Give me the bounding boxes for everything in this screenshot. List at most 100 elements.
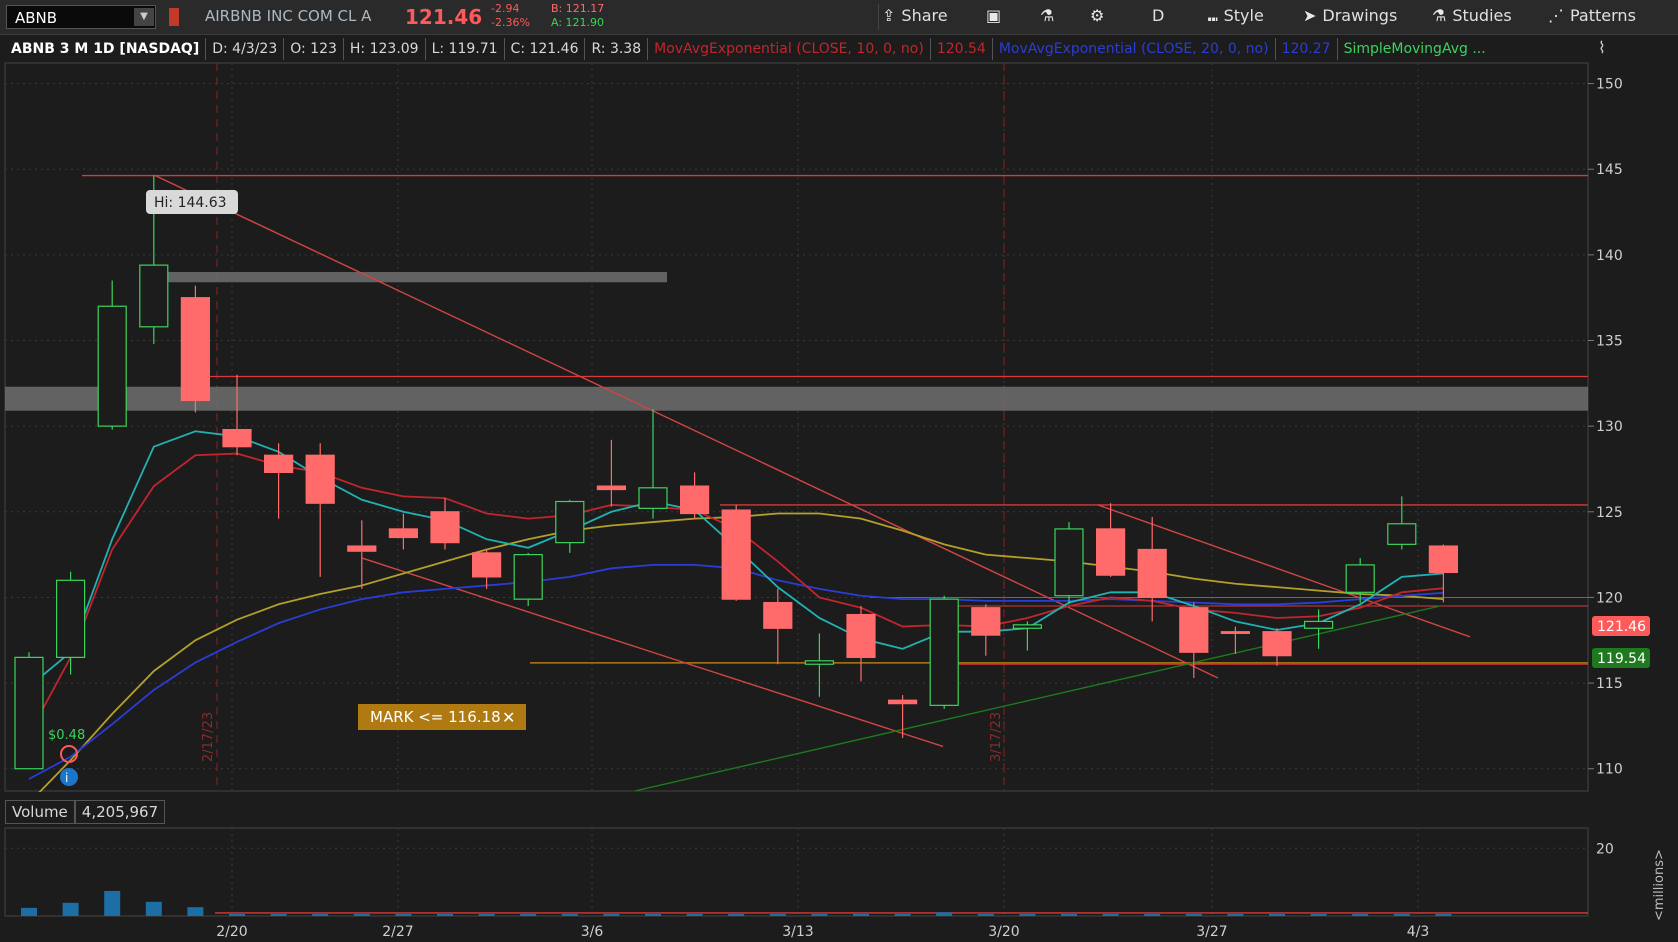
- candle-body: [1345, 564, 1375, 593]
- status-date: D: 4/3/23: [206, 38, 285, 60]
- candle-body: [763, 601, 793, 629]
- volume-bar: [312, 913, 329, 916]
- high-label: Hi: 144.63: [154, 195, 227, 211]
- volume-bar: [353, 913, 370, 916]
- volume-bar: [1019, 913, 1036, 916]
- volume-units-label: <millions>: [1652, 849, 1667, 921]
- drawings-label: Drawings: [1322, 6, 1398, 25]
- volume-header: Volume 4,205,967: [5, 800, 166, 824]
- x-tick-label: 2/20: [216, 924, 247, 940]
- candle-body: [596, 485, 627, 491]
- date-axis[interactable]: 2/20 2/27 3/6 3/13 3/20 3/27 4/3: [216, 924, 1429, 940]
- studies-button[interactable]: ⚗ Studies: [1432, 6, 1512, 25]
- y-tick-label: 145: [1596, 162, 1623, 178]
- candle-body: [555, 500, 585, 544]
- gear-icon: ⚙: [1090, 6, 1105, 25]
- chart-title: ABNB 3 M 1D [NASDAQ]: [5, 38, 207, 60]
- y-tick-label: 120: [1596, 590, 1623, 606]
- settings-button[interactable]: ⚙: [1090, 6, 1104, 25]
- toolbar: ABNB ▼ AIRBNB INC COM CL A 121.46 -2.94 …: [0, 0, 1678, 35]
- studies-icon: ⚗: [1432, 6, 1447, 25]
- volume-value: 4,205,967: [74, 800, 166, 824]
- candle-body: [1179, 607, 1209, 653]
- drawings-button[interactable]: ➤ Drawings: [1303, 6, 1397, 25]
- volume-label[interactable]: Volume: [5, 800, 75, 824]
- x-tick-label: 2/27: [382, 924, 413, 940]
- price-chart[interactable]: 110 115 120 125 130 135 140 145 150 Hi: 144.63 M…: [0, 62, 1678, 792]
- volume-bar: [561, 913, 578, 916]
- sma-study[interactable]: SimpleMovingAvg ...: [1338, 38, 1492, 60]
- price-axis[interactable]: 110 115 120 125 130 135 140 145 150: [1588, 77, 1623, 778]
- volume-bar: [1102, 913, 1119, 916]
- candle-body: [139, 264, 169, 328]
- volume-bar: [936, 912, 953, 916]
- candle-body: [222, 428, 252, 448]
- ema20-value: 120.27: [1276, 38, 1338, 60]
- calendar-icon: ▣: [986, 6, 1002, 25]
- date-label-2: 3/17/23: [989, 712, 1004, 762]
- volume-bar: [686, 913, 703, 916]
- volume-bar: [21, 907, 37, 916]
- volume-bar: [645, 913, 661, 916]
- status-low: L: 119.71: [426, 38, 505, 60]
- y-tick-label: 140: [1596, 248, 1623, 264]
- candle-body: [1303, 620, 1334, 629]
- last-price: 121.46: [405, 5, 483, 29]
- info-icon[interactable]: [60, 768, 78, 786]
- timeframe-button[interactable]: D: [1152, 6, 1164, 25]
- volume-tick-label: 20: [1596, 841, 1614, 857]
- style-label: Style: [1223, 6, 1264, 25]
- candle-body: [97, 305, 127, 427]
- studies-label: Studies: [1452, 6, 1512, 25]
- ema20-study[interactable]: MovAvgExponential (CLOSE, 20, 0, no): [993, 38, 1276, 60]
- volume-bar: [603, 913, 620, 916]
- candle-body: [846, 613, 876, 658]
- x-tick-label: 4/3: [1407, 924, 1430, 940]
- candle-body: [887, 699, 918, 705]
- flask-button[interactable]: ⚗: [1040, 6, 1054, 25]
- bid-price: B: 121.17: [551, 2, 605, 15]
- volume-bar: [1352, 913, 1369, 916]
- candle-body: [347, 545, 377, 552]
- share-label: Share: [901, 6, 948, 25]
- company-name: AIRBNB INC COM CL A: [205, 7, 372, 25]
- candle-body: [1054, 528, 1084, 597]
- share-button[interactable]: ⇪ Share: [882, 6, 948, 25]
- volume-bar: [1310, 913, 1327, 916]
- toolbar-separator: [878, 4, 879, 30]
- candle-body: [1012, 624, 1043, 629]
- candle-body: [55, 579, 86, 658]
- candle-body: [721, 509, 751, 600]
- volume-bar: [1061, 913, 1077, 916]
- candle-body: [638, 487, 668, 509]
- volume-grid: 20: [4, 827, 1614, 917]
- volume-bar: [894, 913, 911, 916]
- candle-body: [1428, 545, 1459, 574]
- candle-body: [1220, 631, 1251, 635]
- close-icon[interactable]: ✕: [502, 708, 515, 727]
- patterns-button[interactable]: ⋰ Patterns: [1548, 6, 1636, 25]
- candle-body: [264, 454, 294, 473]
- flag-icon[interactable]: [169, 8, 179, 26]
- volume-bar: [769, 913, 786, 916]
- y-tick-label: 115: [1596, 676, 1623, 692]
- y-tick-label: 150: [1596, 77, 1623, 93]
- candle-body: [305, 454, 335, 504]
- candle-body: [472, 552, 502, 578]
- ema10-value: 120.54: [931, 38, 993, 60]
- flask-icon: ⚗: [1040, 6, 1055, 25]
- status-open: O: 123: [284, 38, 344, 60]
- chart-settings-icon[interactable]: ⌇: [1598, 38, 1626, 60]
- volume-bar: [62, 902, 79, 916]
- calendar-button[interactable]: ▣: [986, 6, 1001, 25]
- ask-price: A: 121.90: [551, 16, 605, 29]
- candle-body: [1095, 528, 1126, 576]
- symbol-dropdown-button[interactable]: ▼: [134, 8, 154, 26]
- ema-price-tag-text: 119.54: [1597, 651, 1646, 667]
- last-price-tag-text: 121.46: [1597, 619, 1646, 635]
- ema10-study[interactable]: MovAvgExponential (CLOSE, 10, 0, no): [648, 38, 931, 60]
- bid-ask: B: 121.17 A: 121.90: [551, 2, 604, 30]
- style-button[interactable]: ⑉ Style: [1208, 6, 1264, 25]
- volume-chart[interactable]: 20 2/20 2/27 3/6 3/13 3/20 3/27 4/3: [0, 826, 1678, 942]
- x-tick-label: 3/6: [581, 924, 604, 940]
